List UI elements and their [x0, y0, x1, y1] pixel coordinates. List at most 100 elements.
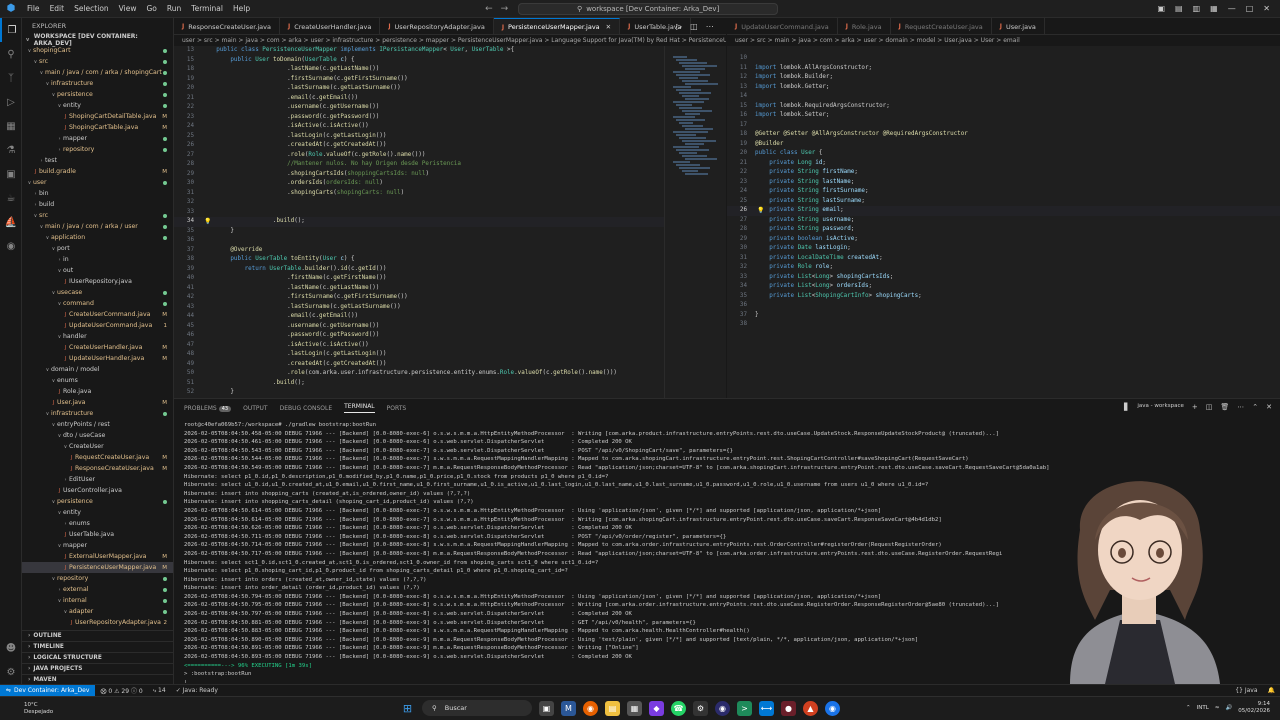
- source-control-icon[interactable]: ᛉ: [0, 66, 22, 90]
- taskbar-search[interactable]: ⚲ Buscar: [422, 700, 532, 716]
- editor-tab[interactable]: J ResponseCreateUser.java: [174, 18, 280, 34]
- close-icon[interactable]: ✕: [1263, 4, 1270, 13]
- extensions-icon[interactable]: ▦: [0, 114, 22, 138]
- tree-folder[interactable]: ∨ shopingCart: [22, 45, 173, 56]
- code-editor-left[interactable]: 13 public class PersistenceUserMapper im…: [174, 46, 664, 398]
- panel-tab-output[interactable]: OUTPUT: [243, 405, 267, 412]
- section-timeline[interactable]: › TIMELINE: [22, 641, 173, 652]
- close-tab-icon[interactable]: ✕: [606, 23, 611, 31]
- explorer-icon[interactable]: ❐: [0, 18, 22, 42]
- menu-item-run[interactable]: Run: [162, 4, 186, 13]
- tree-folder[interactable]: › bin: [22, 188, 173, 199]
- tree-folder[interactable]: ∨ handler: [22, 331, 173, 342]
- notifications-icon[interactable]: 🔔: [1263, 687, 1280, 694]
- volume-icon[interactable]: 🔊: [1225, 705, 1232, 711]
- tree-folder[interactable]: ∨ repository: [22, 573, 173, 584]
- account-icon[interactable]: ☻: [0, 636, 22, 660]
- tree-folder[interactable]: ∨ infrastructure: [22, 78, 173, 89]
- vscode-taskbar-icon[interactable]: ⟷: [759, 700, 774, 716]
- editor-tab[interactable]: J RequestCreateUser.java: [891, 18, 992, 34]
- editor-tab[interactable]: J CreateUserHandler.java: [280, 18, 381, 34]
- editor-tab[interactable]: J Role.java: [838, 18, 891, 34]
- settings-icon[interactable]: ⚙: [693, 700, 708, 716]
- steam-icon[interactable]: ◉: [715, 700, 730, 716]
- menu-item-go[interactable]: Go: [141, 4, 161, 13]
- run-debug-icon[interactable]: ▷: [0, 90, 22, 114]
- testing-icon[interactable]: ⚗: [0, 138, 22, 162]
- tree-file[interactable]: J ExternalUserMapper.java M: [22, 551, 173, 562]
- gmail-icon[interactable]: M: [561, 700, 576, 716]
- obsidian-icon[interactable]: ◆: [649, 700, 664, 716]
- lightbulb-icon[interactable]: 💡: [204, 217, 211, 227]
- tree-file[interactable]: J ResponseCreateUser.java M: [22, 463, 173, 474]
- clock[interactable]: 9:14 05/02/2026: [1238, 701, 1270, 715]
- tree-folder[interactable]: ∨ out: [22, 265, 173, 276]
- tree-folder[interactable]: › test: [22, 155, 173, 166]
- manage-gear-icon[interactable]: ⚙: [0, 660, 22, 684]
- tree-folder[interactable]: ∨ application: [22, 232, 173, 243]
- kill-terminal-icon[interactable]: 🗑: [1220, 403, 1229, 411]
- tree-folder[interactable]: ∨ src: [22, 210, 173, 221]
- section-maven[interactable]: › MAVEN: [22, 674, 173, 684]
- wifi-icon[interactable]: ≈: [1215, 705, 1220, 711]
- whatsapp-icon[interactable]: ☎: [671, 700, 686, 716]
- minimize-icon[interactable]: —: [1228, 4, 1236, 13]
- tree-file[interactable]: J ShopingCartDetailTable.java M: [22, 111, 173, 122]
- tree-folder[interactable]: ∨ adapter: [22, 606, 173, 617]
- java-projects-icon[interactable]: ☕: [0, 186, 22, 210]
- section-java-projects[interactable]: › JAVA PROJECTS: [22, 663, 173, 674]
- tree-folder[interactable]: ∨ enums: [22, 375, 173, 386]
- firefox-icon[interactable]: ◉: [583, 700, 598, 716]
- tree-folder[interactable]: ∨ internal: [22, 595, 173, 606]
- panel-tab-terminal[interactable]: TERMINAL: [344, 403, 375, 413]
- search-icon[interactable]: ⚲: [0, 42, 22, 66]
- back-arrow-icon[interactable]: ←: [485, 4, 493, 14]
- tree-file[interactable]: J RequestCreateUser.java M: [22, 452, 173, 463]
- editor-tab[interactable]: J UserRepositoryAdapter.java: [380, 18, 494, 34]
- tree-folder[interactable]: ∨ persistence: [22, 496, 173, 507]
- file-explorer-icon[interactable]: ▤: [605, 700, 620, 716]
- panel-tab-debug-console[interactable]: DEBUG CONSOLE: [280, 405, 333, 412]
- tree-file[interactable]: J UpdateUserCommand.java 1: [22, 320, 173, 331]
- tree-file[interactable]: J UpdateUserHandler.java M: [22, 353, 173, 364]
- tree-folder[interactable]: › EditUser: [22, 474, 173, 485]
- tree-folder[interactable]: › mapper: [22, 133, 173, 144]
- panel-tab-problems[interactable]: PROBLEMS 43: [184, 405, 232, 412]
- task-view-icon[interactable]: ▣: [539, 700, 554, 716]
- lightbulb-icon[interactable]: 💡: [757, 206, 764, 216]
- tree-folder[interactable]: ∨ infrastructure: [22, 408, 173, 419]
- tree-folder[interactable]: ∨ src: [22, 56, 173, 67]
- maximize-icon[interactable]: □: [1246, 4, 1254, 13]
- code-editor-right[interactable]: 10 11 import lombok.AllArgsConstructor; 12 i…: [727, 46, 1280, 398]
- panel-tab-ports[interactable]: PORTS: [387, 405, 407, 412]
- tree-file[interactable]: J CreateUserHandler.java M: [22, 342, 173, 353]
- tree-file[interactable]: J CreateUserCommand.java M: [22, 309, 173, 320]
- tree-folder[interactable]: ∨ entity: [22, 100, 173, 111]
- tree-folder[interactable]: ∨ port: [22, 243, 173, 254]
- tree-file[interactable]: J User.java M: [22, 397, 173, 408]
- panel-toggle-icon[interactable]: ▤: [1175, 4, 1183, 13]
- calculator-icon[interactable]: ▦: [627, 700, 642, 716]
- tree-file[interactable]: J UserTable.java: [22, 529, 173, 540]
- tree-folder[interactable]: ∨ domain / model: [22, 364, 173, 375]
- weather-widget[interactable]: 10°C Despejado: [0, 702, 53, 716]
- keyboard-lang[interactable]: INTL: [1197, 705, 1209, 711]
- customize-layout-icon[interactable]: ▦: [1210, 4, 1218, 13]
- tree-folder[interactable]: ∨ usecase: [22, 287, 173, 298]
- tree-folder[interactable]: ∨ CreateUser: [22, 441, 173, 452]
- tree-folder[interactable]: › external: [22, 584, 173, 595]
- tree-folder[interactable]: › enums: [22, 518, 173, 529]
- section-logical-structure[interactable]: › LOGICAL STRUCTURE: [22, 652, 173, 663]
- split-terminal-icon[interactable]: ◫: [1206, 403, 1213, 411]
- breadcrumb-left[interactable]: user > src > main > java > com > arka > …: [174, 35, 726, 46]
- tree-file[interactable]: J ShopingCartTable.java M: [22, 122, 173, 133]
- remote-indicator[interactable]: ⇋ Dev Container: Arka_Dev: [0, 684, 96, 697]
- run-icon[interactable]: ▷: [676, 22, 682, 31]
- layout-icon[interactable]: ▣: [1157, 4, 1165, 13]
- tree-file[interactable]: J PersistenceUserMapper.java M: [22, 562, 173, 573]
- command-center-search[interactable]: ⚲ workspace [Dev Container: Arka_Dev]: [518, 2, 779, 15]
- chrome-icon[interactable]: ◉: [825, 700, 840, 716]
- tree-folder[interactable]: ∨ main / java / com / arka / user: [22, 221, 173, 232]
- menu-item-selection[interactable]: Selection: [69, 4, 114, 13]
- tree-file[interactable]: Jbuild.gradle M: [22, 166, 173, 177]
